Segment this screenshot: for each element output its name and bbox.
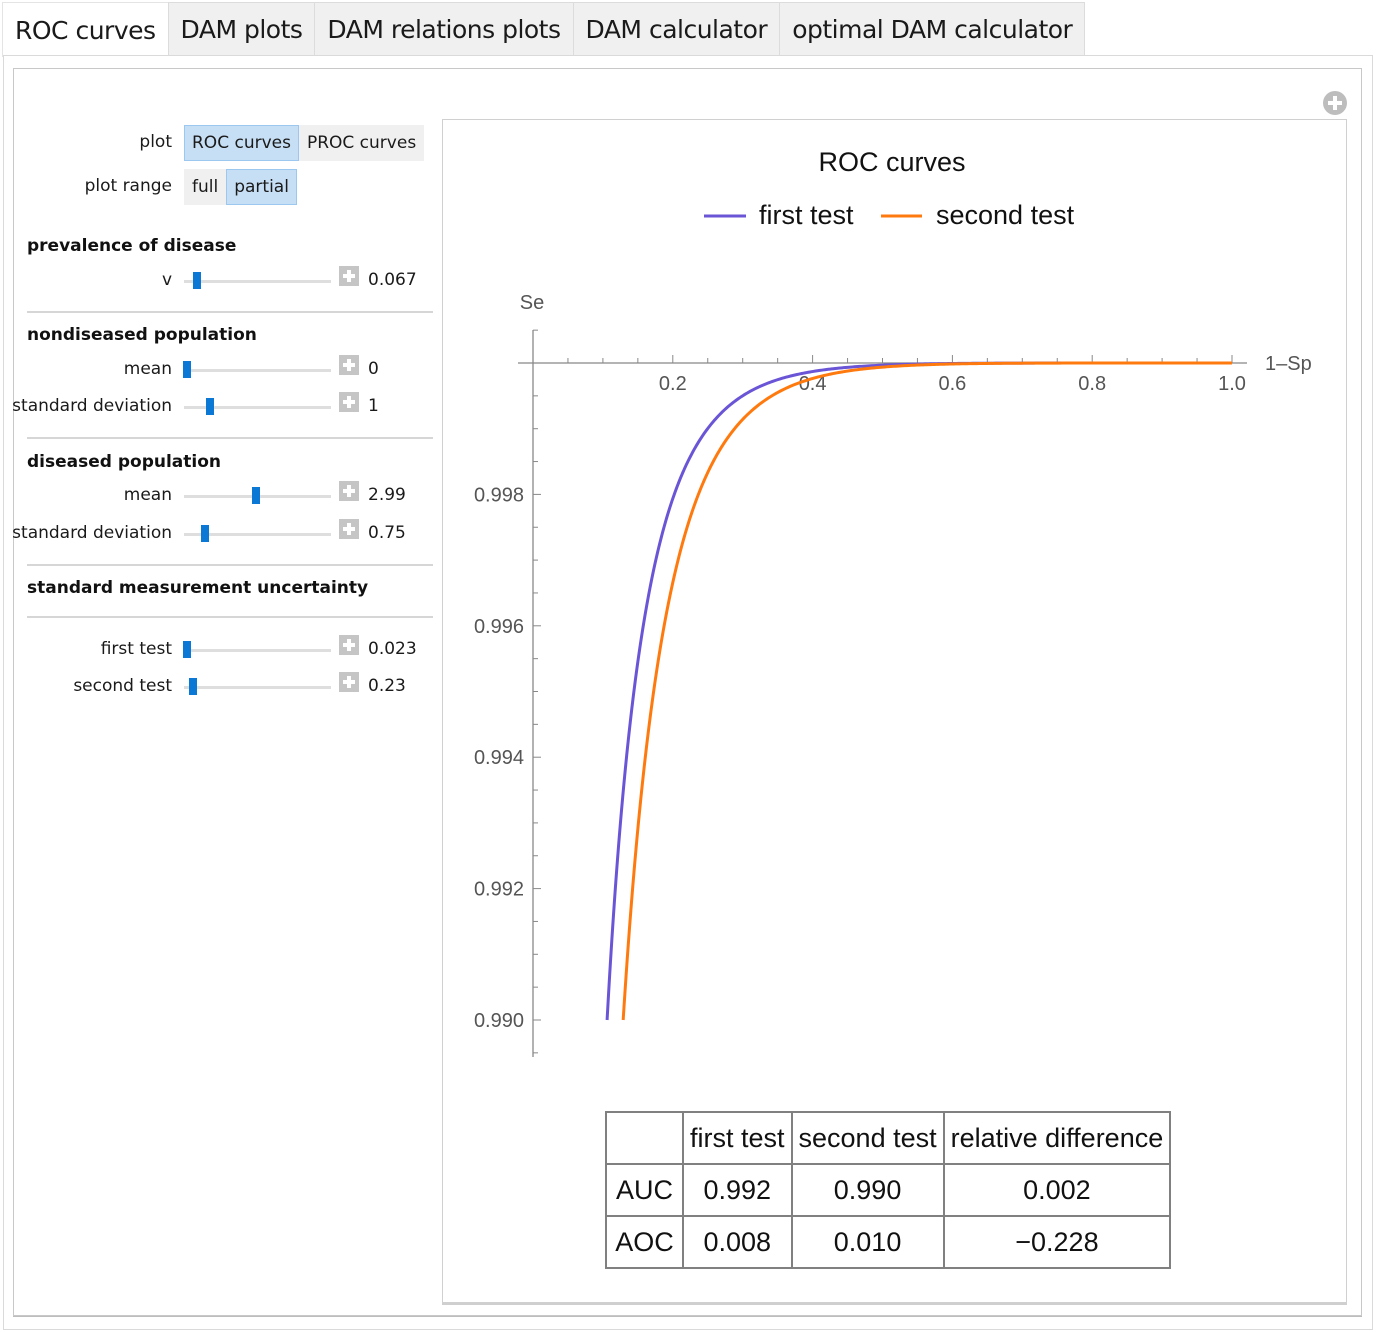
plus-square-icon[interactable] <box>339 481 359 501</box>
diseased-mean-label: mean <box>123 485 172 505</box>
results-table: first test second test relative differen… <box>605 1111 1172 1269</box>
plot-range-option-full[interactable]: full <box>184 169 227 205</box>
tab-bar: ROC curves DAM plots DAM relations plots… <box>2 2 1086 57</box>
uncertainty-second-value: 0.23 <box>368 676 406 696</box>
uncertainty-second-slider[interactable] <box>184 677 331 697</box>
prevalence-v-slider[interactable] <box>184 271 331 291</box>
diseased-mean-value: 2.99 <box>368 485 406 505</box>
plus-square-icon[interactable] <box>339 355 359 375</box>
diseased-sd-label: standard deviation <box>12 523 172 543</box>
diseased-section-title: diseased population <box>27 452 222 472</box>
slider-thumb[interactable] <box>188 678 197 695</box>
tab-dam-plots[interactable]: DAM plots <box>167 2 316 55</box>
table-cell: 0.002 <box>942 1163 1172 1217</box>
table-header-row: first test second test relative differen… <box>605 1111 1172 1165</box>
slider-thumb[interactable] <box>182 641 191 658</box>
table-cell: −0.228 <box>942 1215 1172 1269</box>
table-cell: 0.008 <box>682 1215 793 1269</box>
divider <box>27 437 433 439</box>
slider-thumb[interactable] <box>182 361 191 378</box>
table-cell: 0.010 <box>790 1215 945 1269</box>
nondiseased-sd-slider[interactable] <box>184 397 331 417</box>
plot-range-option-partial[interactable]: partial <box>226 169 297 205</box>
divider <box>27 564 433 566</box>
plus-square-icon[interactable] <box>339 635 359 655</box>
table-cell: 0.992 <box>682 1163 793 1217</box>
plot-range-selector: full partial <box>184 169 297 205</box>
plot-range-label: plot range <box>84 176 172 196</box>
plus-square-icon[interactable] <box>339 392 359 412</box>
plus-circle-icon[interactable] <box>1323 91 1347 115</box>
slider-thumb[interactable] <box>200 525 209 542</box>
uncertainty-second-label: second test <box>73 676 172 696</box>
plus-square-icon[interactable] <box>339 266 359 286</box>
plus-square-icon[interactable] <box>339 672 359 692</box>
nondiseased-mean-value: 0 <box>368 359 379 379</box>
plus-square-icon[interactable] <box>339 519 359 539</box>
plot-option-roc-curves[interactable]: ROC curves <box>184 125 299 161</box>
slider-thumb[interactable] <box>206 398 215 415</box>
uncertainty-first-label: first test <box>100 639 172 659</box>
nondiseased-mean-label: mean <box>123 359 172 379</box>
divider <box>27 616 433 618</box>
uncertainty-first-slider[interactable] <box>182 640 331 660</box>
nondiseased-sd-label: standard deviation <box>12 396 172 416</box>
plot-selector: ROC curves PROC curves <box>184 125 425 161</box>
plot-option-proc-curves[interactable]: PROC curves <box>298 125 425 161</box>
table-row: AOC 0.008 0.010 −0.228 <box>605 1215 1172 1269</box>
tab-optimal-dam-calculator[interactable]: optimal DAM calculator <box>779 2 1086 55</box>
nondiseased-mean-slider[interactable] <box>182 360 331 380</box>
slider-thumb[interactable] <box>252 487 261 504</box>
prevalence-section-title: prevalence of disease <box>27 236 237 256</box>
prevalence-v-label: v <box>161 270 172 290</box>
diseased-mean-slider[interactable] <box>184 486 331 506</box>
prevalence-v-value: 0.067 <box>368 270 417 290</box>
tab-dam-calculator[interactable]: DAM calculator <box>572 2 781 55</box>
table-cell: AUC <box>605 1163 684 1217</box>
plot-label: plot <box>139 132 172 152</box>
slider-thumb[interactable] <box>193 272 202 289</box>
uncertainty-section-title: standard measurement uncertainty <box>27 578 369 598</box>
nondiseased-sd-value: 1 <box>368 396 379 416</box>
divider <box>27 311 433 313</box>
table-header-cell: first test <box>682 1111 793 1165</box>
table-cell: 0.990 <box>790 1163 945 1217</box>
table-header-cell <box>605 1111 684 1165</box>
tab-dam-relations-plots[interactable]: DAM relations plots <box>314 2 574 55</box>
table-cell: AOC <box>605 1215 684 1269</box>
uncertainty-first-value: 0.023 <box>368 639 417 659</box>
nondiseased-section-title: nondiseased population <box>27 325 257 345</box>
diseased-sd-value: 0.75 <box>368 523 406 543</box>
table-header-cell: relative difference <box>942 1111 1172 1165</box>
table-header-cell: second test <box>790 1111 945 1165</box>
table-row: AUC 0.992 0.990 0.002 <box>605 1163 1172 1217</box>
tab-roc-curves[interactable]: ROC curves <box>2 2 169 57</box>
diseased-sd-slider[interactable] <box>184 524 331 544</box>
